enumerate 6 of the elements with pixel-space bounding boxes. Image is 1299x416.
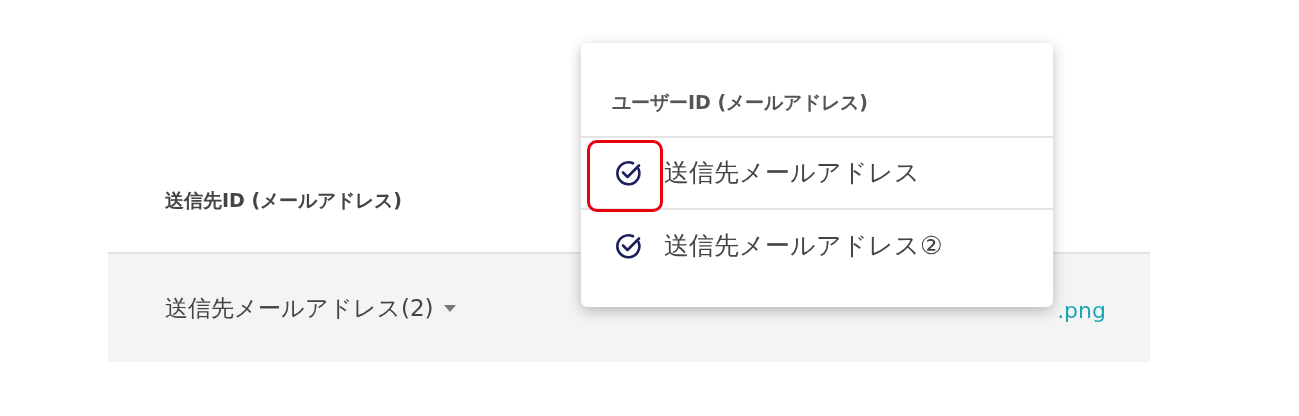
caret-icon xyxy=(443,304,456,312)
menu-heading: ユーザーID (メールアドレス) xyxy=(612,89,868,115)
recipient-dropdown[interactable]: 送信先メールアドレス(2) xyxy=(165,290,456,326)
menu-item[interactable]: 送信先メールアドレス② xyxy=(581,210,1053,282)
menu-item[interactable]: 送信先メールアドレス xyxy=(581,138,1053,210)
column-header: 送信先ID (メールアドレス) xyxy=(165,187,402,213)
